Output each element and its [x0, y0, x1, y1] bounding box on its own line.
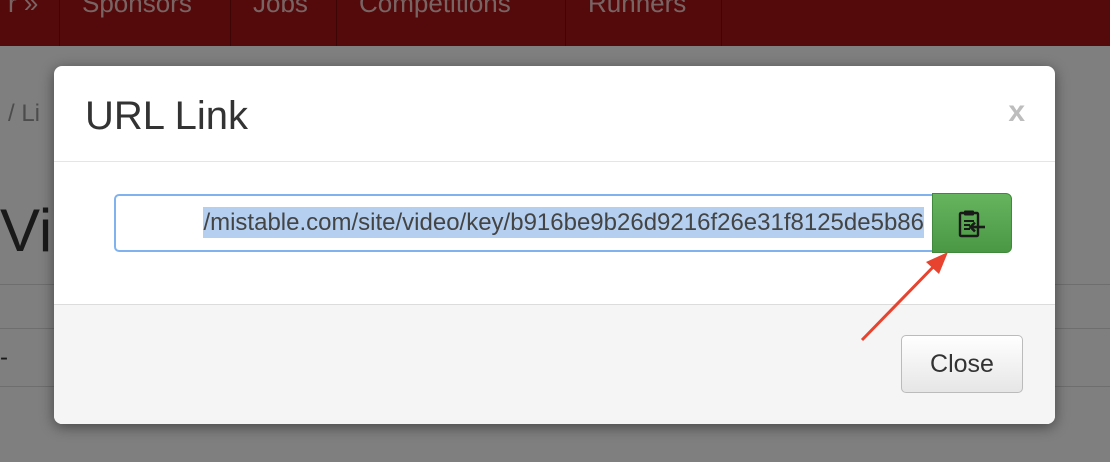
modal-body: /mistable.com/site/video/key/b916be9b26d…: [54, 162, 1055, 304]
url-input[interactable]: /mistable.com/site/video/key/b916be9b26d…: [114, 194, 934, 252]
modal-footer: Close: [54, 304, 1055, 424]
copy-to-clipboard-button[interactable]: [932, 193, 1012, 253]
modal-close-icon[interactable]: x: [1008, 94, 1025, 130]
close-button[interactable]: Close: [901, 335, 1023, 393]
page: r » Sponsors Jobs Competitions Runners /…: [0, 0, 1110, 462]
url-link-modal: URL Link x /mistable.com/site/video/key/…: [54, 66, 1055, 424]
modal-header: URL Link x: [54, 66, 1055, 162]
clipboard-paste-icon: [958, 210, 985, 238]
selected-url-text: /mistable.com/site/video/key/b916be9b26d…: [203, 207, 924, 238]
modal-title: URL Link: [85, 94, 249, 138]
